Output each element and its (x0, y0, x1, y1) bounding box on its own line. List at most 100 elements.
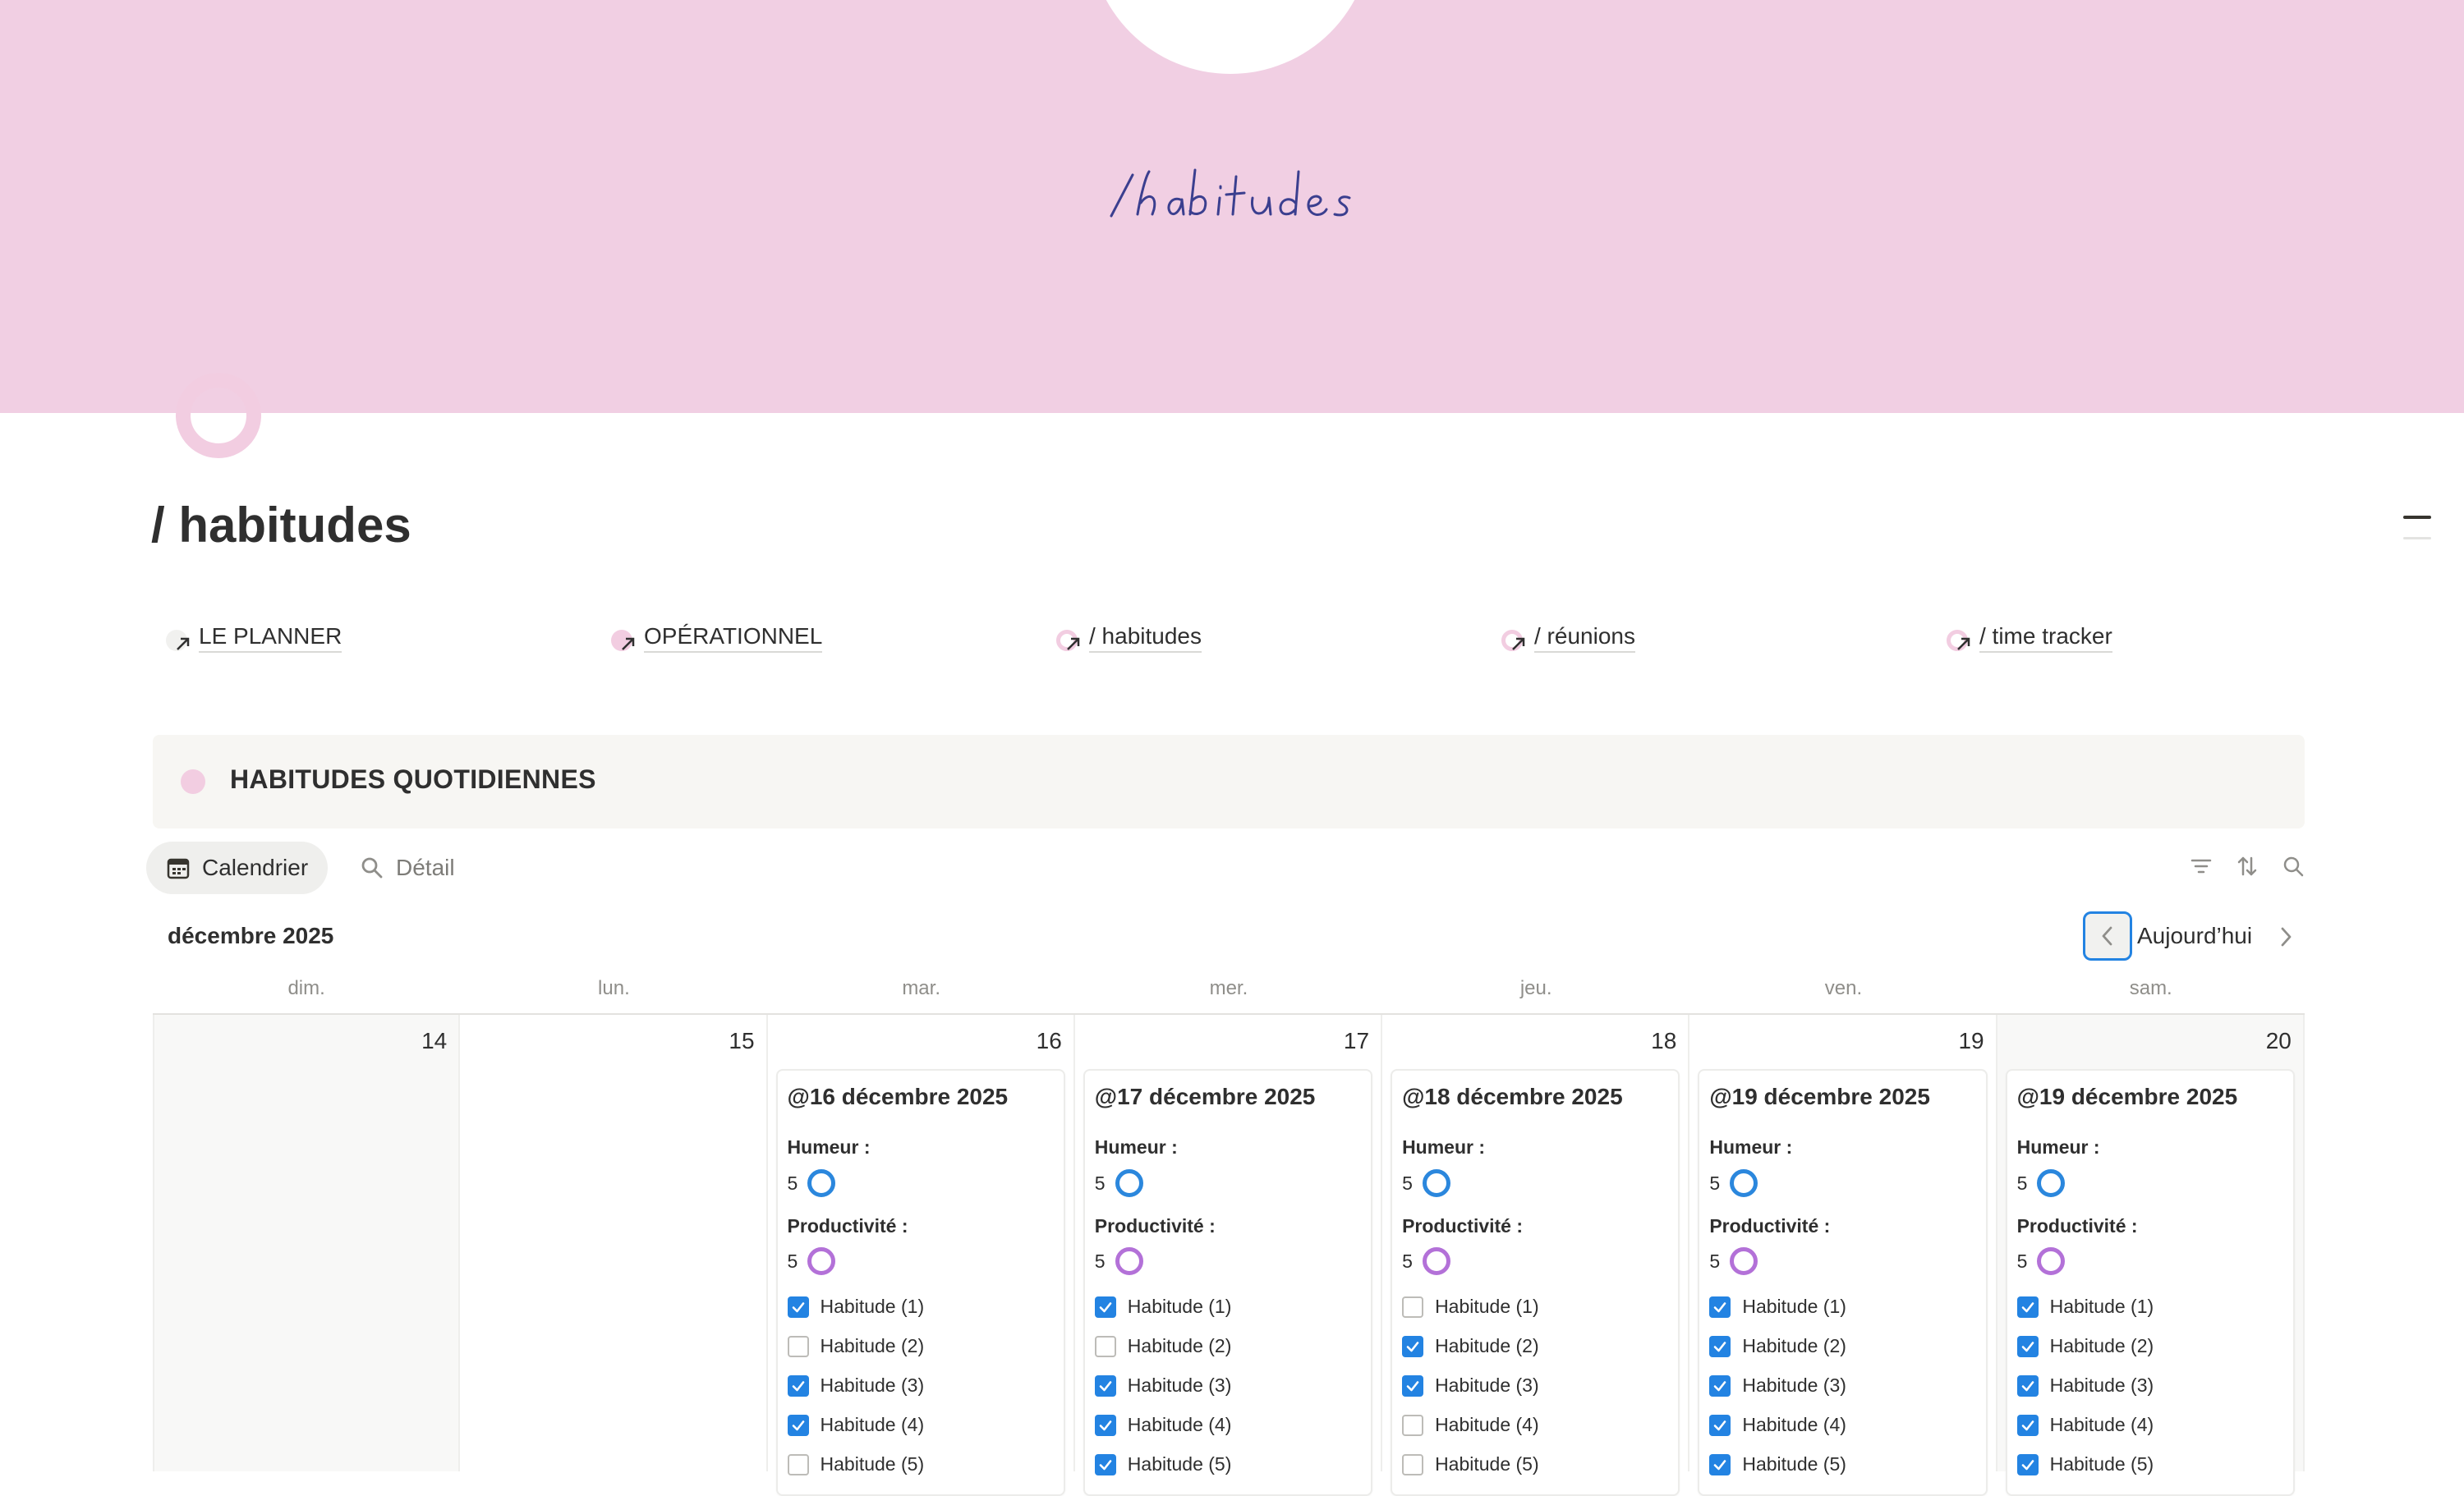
weekday-header-row: dim. lun. mar. mer. jeu. ven. sam. (153, 977, 2305, 1010)
checkbox-checked[interactable] (2016, 1374, 2039, 1397)
search-icon (361, 857, 383, 879)
checkbox-checked[interactable] (787, 1374, 809, 1397)
checkbox-unchecked[interactable] (787, 1335, 809, 1357)
habit-label: Habitude (4) (2049, 1414, 2154, 1435)
page-icon-ring[interactable] (176, 373, 261, 458)
link-operationnel[interactable]: OPÉRATIONNEL (608, 617, 823, 659)
checkbox-checked[interactable] (787, 1296, 809, 1318)
checkbox-unchecked[interactable] (1402, 1296, 1424, 1318)
link-reunions[interactable]: / réunions (1498, 617, 1635, 659)
calendar-day-cell[interactable]: 18 @18 décembre 2025 Humeur : 5 Productivité… (1382, 1015, 1690, 1496)
calendar-day-cell[interactable]: 17 @17 décembre 2025 Humeur : 5 Productivité… (1075, 1015, 1383, 1496)
database-view-bar: Calendrier Détail (146, 842, 2306, 896)
habit-checkbox-row[interactable]: Habitude (2) (1094, 1335, 1231, 1357)
ring-pink-icon (1053, 623, 1083, 653)
checkmark-icon (1406, 1341, 1419, 1351)
checkbox-checked[interactable] (1709, 1296, 1731, 1318)
link-habitudes[interactable]: / habitudes (1053, 617, 1202, 659)
habit-checkbox-row[interactable]: Habitude (4) (2016, 1414, 2154, 1436)
calendar-day-cell[interactable]: 14 (153, 1015, 461, 1471)
checkmark-icon (2021, 1420, 2034, 1430)
filter-icon[interactable] (2188, 853, 2214, 879)
tab-calendrier[interactable]: Calendrier (146, 842, 329, 894)
checkbox-checked[interactable] (1094, 1414, 1116, 1436)
habit-checkbox-row[interactable]: Habitude (4) (1402, 1414, 1539, 1436)
habit-checkbox-row[interactable]: Habitude (3) (1709, 1374, 1846, 1397)
checkbox-checked[interactable] (1094, 1296, 1116, 1318)
checkbox-checked[interactable] (1094, 1374, 1116, 1397)
previous-month-button[interactable] (2083, 911, 2132, 961)
checkbox-unchecked[interactable] (1402, 1414, 1424, 1436)
checkbox-checked[interactable] (1402, 1335, 1424, 1357)
productivite-value: 5 (1095, 1247, 1143, 1275)
link-le-planner[interactable]: LE PLANNER (163, 617, 342, 659)
habit-checkbox-row[interactable]: Habitude (4) (1094, 1414, 1231, 1436)
habit-checkbox-row[interactable]: Habitude (5) (1094, 1453, 1231, 1475)
habit-label: Habitude (3) (2049, 1374, 2154, 1396)
checkbox-checked[interactable] (2016, 1335, 2039, 1357)
habit-checkbox-row[interactable]: Habitude (5) (1709, 1453, 1846, 1475)
day-number: 14 (421, 1028, 448, 1053)
link-time-tracker[interactable]: / time tracker (1943, 617, 2112, 659)
table-of-contents-icon[interactable] (2403, 516, 2431, 548)
today-button[interactable]: Aujourd’hui (2137, 923, 2252, 949)
habit-checkbox-row[interactable]: Habitude (3) (787, 1374, 925, 1397)
habit-checkbox-row[interactable]: Habitude (4) (1709, 1414, 1846, 1436)
checkbox-checked[interactable] (1709, 1453, 1731, 1475)
habit-entry-card[interactable]: @19 décembre 2025 Humeur : 5 Productivité :… (1698, 1069, 1988, 1496)
habit-checkbox-row[interactable]: Habitude (2) (1709, 1335, 1846, 1357)
humeur-label: Humeur : (787, 1136, 871, 1158)
habit-label: Habitude (4) (820, 1414, 925, 1435)
checkbox-checked[interactable] (1094, 1453, 1116, 1475)
checkbox-checked[interactable] (2016, 1453, 2039, 1475)
habit-checkbox-row[interactable]: Habitude (1) (1402, 1296, 1539, 1318)
checkbox-checked[interactable] (2016, 1296, 2039, 1318)
habit-checkbox-row[interactable]: Habitude (1) (1094, 1296, 1231, 1318)
calendar-day-cell[interactable]: 16 @16 décembre 2025 Humeur : 5 Productivité… (768, 1015, 1075, 1496)
habit-checkbox-row[interactable]: Habitude (1) (2016, 1296, 2154, 1318)
habit-label: Habitude (2) (2049, 1335, 2154, 1356)
habit-label: Habitude (3) (820, 1374, 925, 1396)
circle-pink-filled-icon (608, 623, 637, 653)
ring-pink-icon (1498, 623, 1528, 653)
habit-checkbox-row[interactable]: Habitude (3) (1402, 1374, 1539, 1397)
checkbox-unchecked[interactable] (787, 1453, 809, 1475)
checkbox-checked[interactable] (1709, 1374, 1731, 1397)
calendar-day-cell[interactable]: 20 @19 décembre 2025 Humeur : 5 Productivité… (1997, 1015, 2305, 1496)
tab-label: Calendrier (202, 855, 309, 880)
calendar-day-cell[interactable]: 15 (460, 1015, 768, 1471)
habit-checkbox-row[interactable]: Habitude (3) (2016, 1374, 2154, 1397)
habit-checkbox-row[interactable]: Habitude (3) (1094, 1374, 1231, 1397)
humeur-value: 5 (1709, 1169, 1758, 1197)
sort-icon[interactable] (2234, 853, 2260, 879)
checkbox-checked[interactable] (2016, 1414, 2039, 1436)
checkbox-unchecked[interactable] (1402, 1453, 1424, 1475)
property-value: 5 (1402, 1172, 1413, 1194)
habit-checkbox-row[interactable]: Habitude (5) (2016, 1453, 2154, 1475)
habit-checkbox-row[interactable]: Habitude (5) (787, 1453, 924, 1475)
habit-entry-card[interactable]: @19 décembre 2025 Humeur : 5 Productivité :… (2005, 1069, 2295, 1496)
checkbox-checked[interactable] (1709, 1414, 1731, 1436)
property-value: 5 (1709, 1250, 1721, 1272)
habit-label: Habitude (1) (1435, 1296, 1539, 1317)
habit-entry-card[interactable]: @18 décembre 2025 Humeur : 5 Productivité :… (1391, 1069, 1680, 1496)
search-icon[interactable] (2280, 853, 2306, 879)
tab-detail[interactable]: Détail (352, 842, 475, 894)
habit-checkbox-row[interactable]: Habitude (1) (1709, 1296, 1846, 1318)
habit-checkbox-row[interactable]: Habitude (1) (787, 1296, 924, 1318)
habit-checkbox-row[interactable]: Habitude (2) (1402, 1335, 1539, 1357)
calendar-day-cell[interactable]: 19 @19 décembre 2025 Humeur : 5 Productivité… (1689, 1015, 1997, 1496)
habit-checkbox-row[interactable]: Habitude (5) (1402, 1453, 1539, 1475)
habit-label: Habitude (2) (1742, 1335, 1846, 1356)
habit-entry-card[interactable]: @17 décembre 2025 Humeur : 5 Productivité :… (1083, 1069, 1373, 1496)
next-month-button[interactable] (2272, 923, 2300, 951)
habit-checkbox-row[interactable]: Habitude (2) (787, 1335, 924, 1357)
checkbox-unchecked[interactable] (1094, 1335, 1116, 1357)
checkbox-checked[interactable] (1402, 1374, 1424, 1397)
property-value: 5 (787, 1172, 798, 1194)
habit-entry-card[interactable]: @16 décembre 2025 Humeur : 5 Productivité :… (775, 1069, 1065, 1496)
checkbox-checked[interactable] (787, 1414, 809, 1436)
habit-checkbox-row[interactable]: Habitude (2) (2016, 1335, 2154, 1357)
checkbox-checked[interactable] (1709, 1335, 1731, 1357)
habit-checkbox-row[interactable]: Habitude (4) (787, 1414, 925, 1436)
